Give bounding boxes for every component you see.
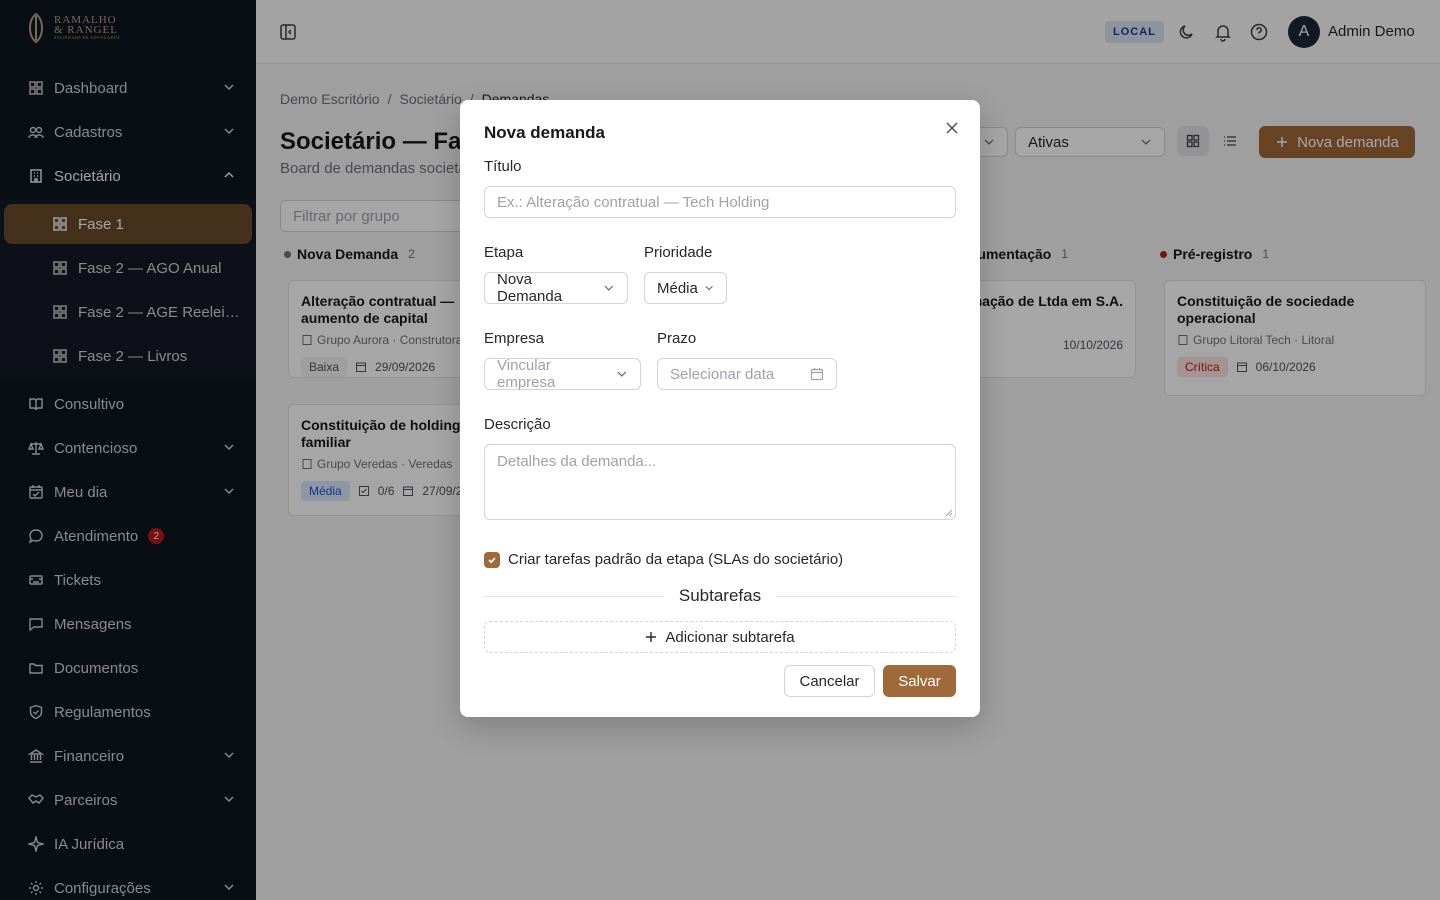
resize-handle-icon[interactable] xyxy=(945,509,953,517)
save-button[interactable]: Salvar xyxy=(883,665,956,697)
chevron-down-icon xyxy=(617,371,627,377)
cancel-button[interactable]: Cancelar xyxy=(784,665,875,697)
description-placeholder: Detalhes da demanda... xyxy=(497,453,657,470)
company-placeholder: Vincular empresa xyxy=(497,357,556,391)
new-demand-dialog: Nova demanda Título Ex.: Alteração contr… xyxy=(460,100,980,717)
stage-value: Nova Demanda xyxy=(497,271,563,305)
company-select[interactable]: Vincular empresa xyxy=(484,357,641,391)
default-tasks-checkbox[interactable] xyxy=(484,552,500,568)
calendar-icon xyxy=(810,368,824,381)
subtasks-heading: Subtarefas xyxy=(678,586,762,605)
chevron-down-icon xyxy=(705,285,713,291)
description-label: Descrição xyxy=(484,416,551,433)
add-subtask-button[interactable]: Adicionar subtarefa xyxy=(484,621,956,653)
check-icon xyxy=(488,557,496,564)
title-placeholder: Ex.: Alteração contratual — Tech Holding xyxy=(497,193,770,211)
priority-value: Média xyxy=(657,279,698,297)
dialog-title: Nova demanda xyxy=(484,123,605,142)
priority-select[interactable]: Média xyxy=(644,272,727,304)
deadline-date-input[interactable]: Selecionar data xyxy=(657,358,837,390)
add-subtask-label: Adicionar subtarefa xyxy=(665,628,795,646)
deadline-placeholder: Selecionar data xyxy=(670,365,775,383)
chevron-down-icon xyxy=(604,285,614,291)
stage-select[interactable]: Nova Demanda xyxy=(484,271,628,305)
plus-icon xyxy=(646,632,657,642)
close-icon[interactable] xyxy=(943,119,961,137)
description-textarea[interactable]: Detalhes da demanda... xyxy=(484,444,956,520)
company-label: Empresa xyxy=(484,330,545,347)
priority-label: Prioridade xyxy=(644,244,713,261)
stage-label: Etapa xyxy=(484,244,524,261)
deadline-label: Prazo xyxy=(657,330,697,347)
title-label: Título xyxy=(484,158,522,175)
default-tasks-label[interactable]: Criar tarefas padrão da etapa (SLAs do s… xyxy=(508,551,843,568)
title-input[interactable]: Ex.: Alteração contratual — Tech Holding xyxy=(484,186,956,218)
